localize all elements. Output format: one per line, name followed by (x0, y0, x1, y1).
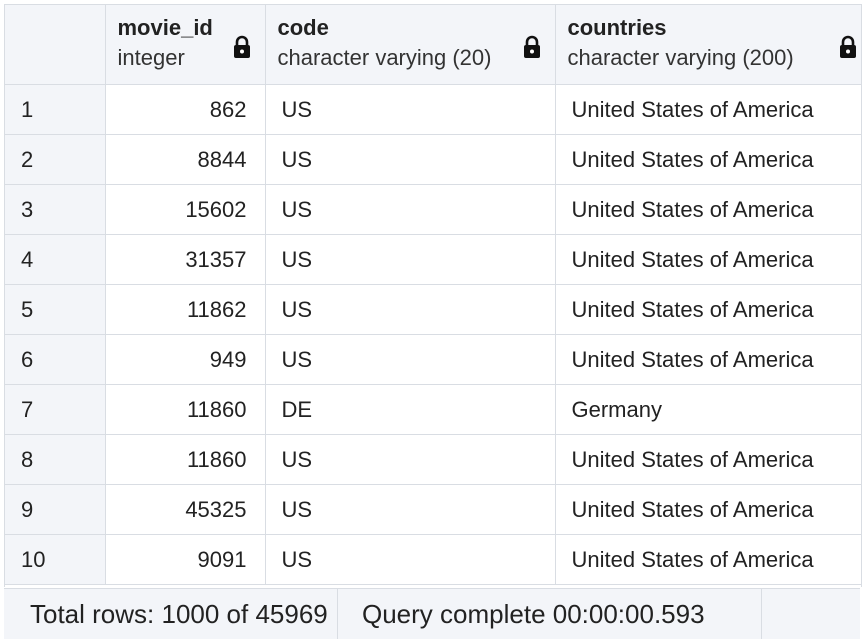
result-grid: movie_id integer code character varying … (4, 4, 862, 587)
cell-movie-id[interactable]: 45325 (105, 484, 266, 535)
table-row[interactable]: 7 11860 DE Germany (5, 384, 861, 435)
row-number[interactable]: 3 (5, 184, 106, 235)
lock-icon (233, 35, 251, 59)
table-row[interactable]: 1 862 US United States of America (5, 84, 861, 135)
row-number[interactable]: 5 (5, 284, 106, 335)
table-row[interactable]: 6 949 US United States of America (5, 334, 861, 385)
table-row[interactable]: 9 45325 US United States of America (5, 484, 861, 535)
cell-countries[interactable]: United States of America (555, 234, 861, 285)
header-row: movie_id integer code character varying … (5, 5, 861, 85)
cell-movie-id[interactable]: 862 (105, 84, 266, 135)
table-row[interactable]: 8 11860 US United States of America (5, 434, 861, 485)
table-row[interactable]: 4 31357 US United States of America (5, 234, 861, 285)
table-row[interactable]: 5 11862 US United States of America (5, 284, 861, 335)
cell-countries[interactable]: United States of America (555, 284, 861, 335)
status-bar: Total rows: 1000 of 45969 Query complete… (4, 588, 860, 639)
row-number[interactable]: 10 (5, 534, 106, 585)
cell-code[interactable]: US (265, 84, 556, 135)
lock-icon (839, 35, 857, 59)
cell-code[interactable]: US (265, 284, 556, 335)
lock-icon (523, 35, 541, 59)
cell-movie-id[interactable]: 11862 (105, 284, 266, 335)
cell-movie-id[interactable]: 11860 (105, 434, 266, 485)
cell-code[interactable]: US (265, 134, 556, 185)
cell-movie-id[interactable]: 11860 (105, 384, 266, 435)
cell-countries[interactable]: United States of America (555, 334, 861, 385)
cell-code[interactable]: DE (265, 384, 556, 435)
row-number[interactable]: 9 (5, 484, 106, 535)
cell-countries[interactable]: United States of America (555, 184, 861, 235)
cell-code[interactable]: US (265, 484, 556, 535)
column-header-countries[interactable]: countries character varying (200) (555, 5, 861, 85)
column-header-code[interactable]: code character varying (20) (265, 5, 556, 85)
cell-movie-id[interactable]: 8844 (105, 134, 266, 185)
cell-code[interactable]: US (265, 534, 556, 585)
row-number[interactable]: 7 (5, 384, 106, 435)
cell-movie-id[interactable]: 9091 (105, 534, 266, 585)
cell-countries[interactable]: United States of America (555, 84, 861, 135)
query-status: Query complete 00:00:00.593 (338, 589, 762, 639)
row-number[interactable]: 4 (5, 234, 106, 285)
column-name: countries (567, 15, 667, 40)
row-number[interactable]: 6 (5, 334, 106, 385)
table-row[interactable]: 3 15602 US United States of America (5, 184, 861, 235)
cell-countries[interactable]: United States of America (555, 134, 861, 185)
column-type: character varying (20) (277, 45, 492, 70)
row-number[interactable]: 2 (5, 134, 106, 185)
table-row[interactable]: 2 8844 US United States of America (5, 134, 861, 185)
cell-code[interactable]: US (265, 434, 556, 485)
cell-movie-id[interactable]: 949 (105, 334, 266, 385)
row-number[interactable]: 1 (5, 84, 106, 135)
cell-code[interactable]: US (265, 334, 556, 385)
column-header-movie-id[interactable]: movie_id integer (105, 5, 266, 85)
cell-countries[interactable]: United States of America (555, 434, 861, 485)
column-type: character varying (200) (567, 45, 794, 70)
cell-movie-id[interactable]: 31357 (105, 234, 266, 285)
cell-countries[interactable]: United States of America (555, 534, 861, 585)
table-row[interactable]: 10 9091 US United States of America (5, 534, 861, 585)
row-number[interactable]: 8 (5, 434, 106, 485)
cell-countries[interactable]: Germany (555, 384, 861, 435)
data-table: movie_id integer code character varying … (5, 5, 861, 585)
row-number-header[interactable] (5, 5, 106, 85)
total-rows-status: Total rows: 1000 of 45969 (4, 589, 338, 639)
column-name: code (277, 15, 329, 40)
cell-movie-id[interactable]: 15602 (105, 184, 266, 235)
cell-code[interactable]: US (265, 234, 556, 285)
cell-countries[interactable]: United States of America (555, 484, 861, 535)
status-spacer (762, 589, 860, 639)
cell-code[interactable]: US (265, 184, 556, 235)
